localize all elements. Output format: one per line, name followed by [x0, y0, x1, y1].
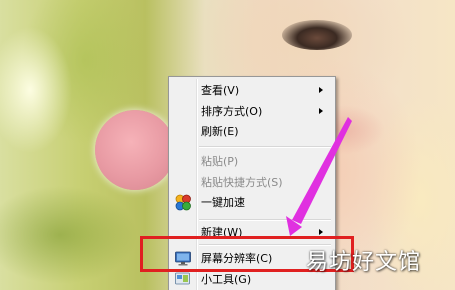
menu-item-one-key-accelerate[interactable]: 一键加速 — [171, 193, 333, 212]
menu-item-sort-by[interactable]: 排序方式(O) — [171, 102, 333, 121]
menu-separator — [199, 219, 331, 221]
menu-item-paste-shortcut[interactable]: 粘贴快捷方式(S) — [171, 173, 333, 192]
submenu-arrow-icon — [319, 229, 323, 235]
wallpaper-tongue — [95, 110, 175, 190]
menu-item-view[interactable]: 查看(V) — [171, 81, 333, 100]
menu-item-label: 小工具(G) — [201, 273, 252, 286]
wallpaper-eye — [282, 20, 352, 50]
menu-item-paste[interactable]: 粘贴(P) — [171, 152, 333, 171]
accelerator-icon — [174, 194, 192, 211]
menu-item-label: 一键加速 — [201, 196, 245, 209]
watermark-text: 易坊好文馆 — [306, 250, 422, 275]
menu-item-label: 刷新(E) — [201, 125, 239, 138]
menu-item-label: 排序方式(O) — [201, 105, 263, 118]
menu-item-label: 查看(V) — [201, 84, 240, 97]
submenu-arrow-icon — [319, 87, 323, 93]
menu-item-label: 粘贴快捷方式(S) — [201, 176, 283, 189]
menu-item-label: 粘贴(P) — [201, 155, 239, 168]
menu-separator — [199, 146, 331, 148]
desktop[interactable]: 查看(V) 排序方式(O) 刷新(E) 粘贴(P) 粘贴快捷方式(S) 一键加速… — [0, 0, 455, 290]
submenu-arrow-icon — [319, 108, 323, 114]
gadgets-icon — [174, 271, 192, 288]
menu-item-refresh[interactable]: 刷新(E) — [171, 122, 333, 141]
